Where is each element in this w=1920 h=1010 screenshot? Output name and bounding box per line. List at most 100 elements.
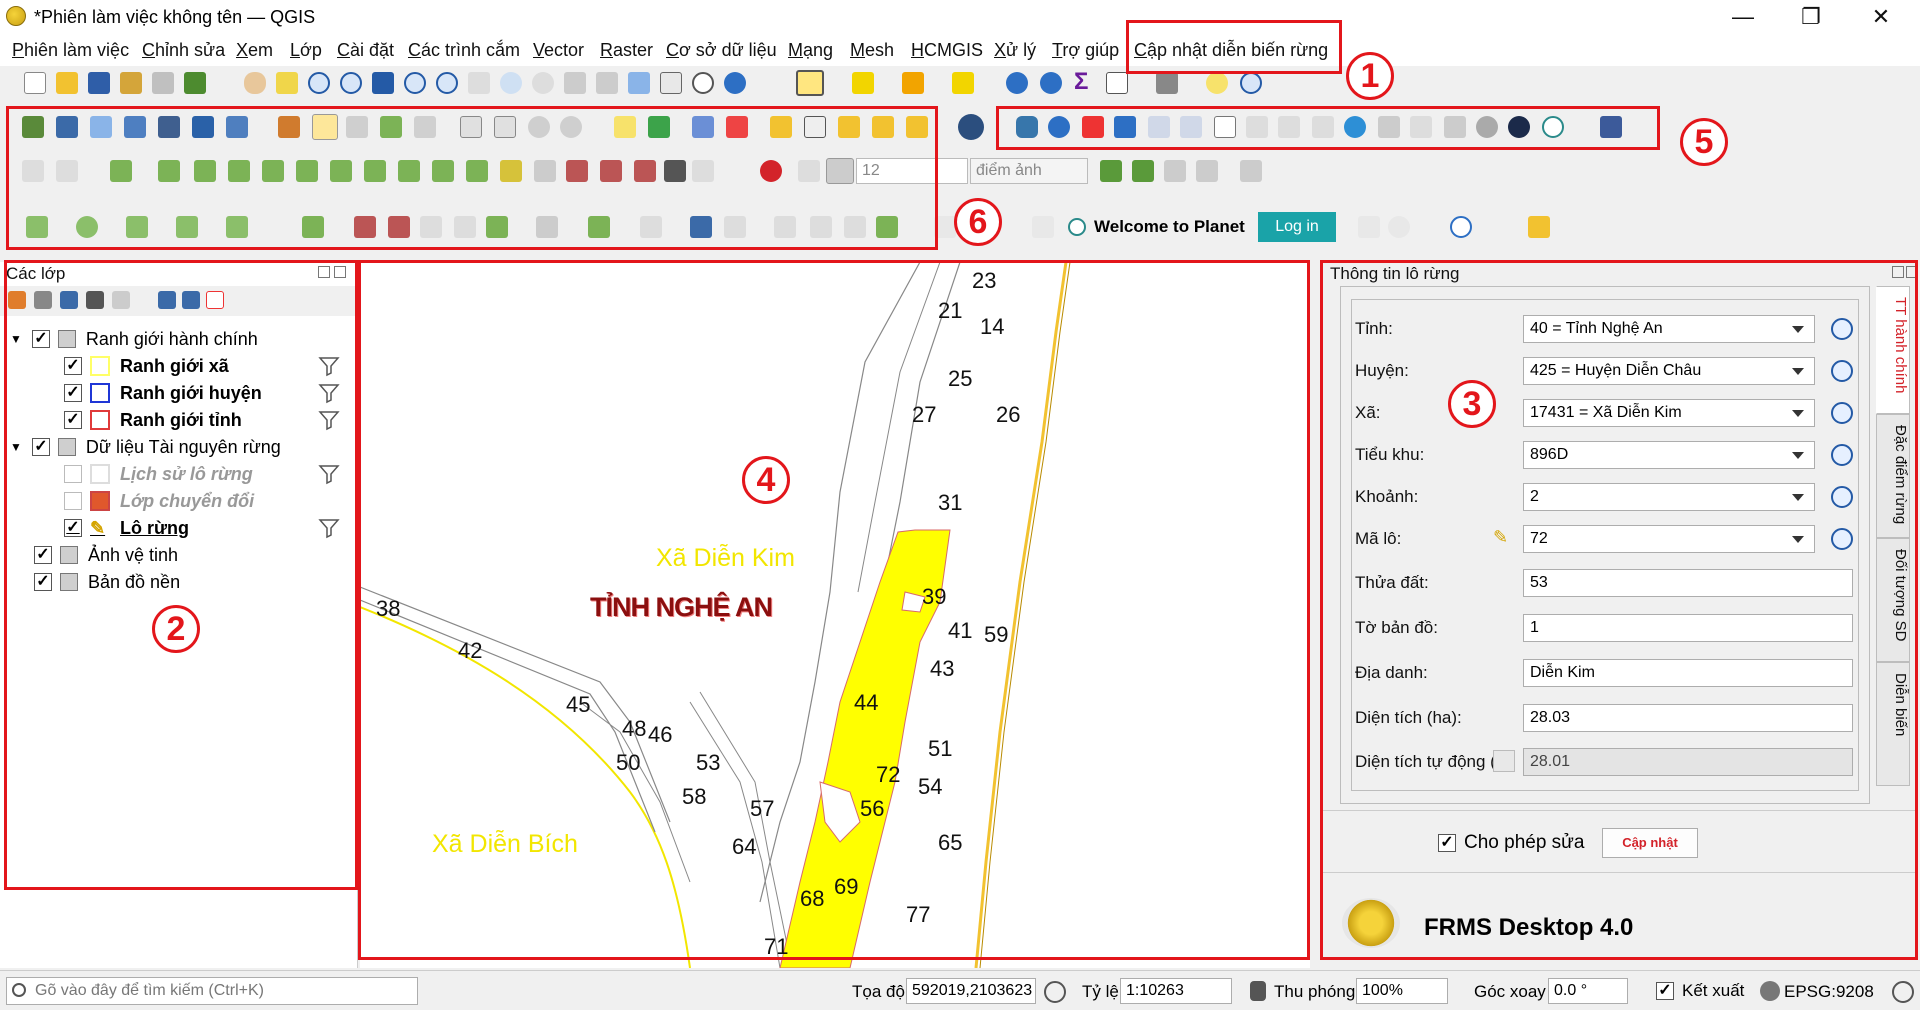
add-circle-icon[interactable] — [76, 216, 98, 238]
zoom-to-tinh-icon[interactable] — [1831, 318, 1853, 340]
snap-tolerance-input[interactable]: 12 — [856, 158, 968, 184]
delete-part-icon[interactable] — [262, 160, 284, 182]
advanced-digitize-7-icon[interactable] — [536, 216, 558, 238]
minimize-button[interactable]: — — [1720, 2, 1766, 32]
xa-select[interactable]: 17431 = Xã Diễn Kim — [1523, 399, 1815, 427]
menu-hcmgis[interactable]: HCMGIS — [911, 40, 983, 61]
expand-chevron-icon[interactable]: ▼ — [10, 332, 22, 346]
layer-ban-do-nen[interactable]: ✓ Bản đồ nền — [34, 569, 180, 595]
advanced-digitize-12-icon[interactable] — [774, 216, 796, 238]
snap-type-icon[interactable] — [826, 158, 854, 184]
planet-status-icon[interactable] — [1388, 216, 1410, 238]
filter-icon[interactable] — [318, 517, 340, 539]
allow-edit-row[interactable]: ✓ Cho phép sửa — [1438, 832, 1584, 854]
layer-anh-ve-tinh[interactable]: ✓ Ảnh vệ tinh — [34, 542, 178, 568]
snap-unit-select[interactable]: điểm ảnh — [970, 158, 1088, 184]
offset-point-icon[interactable] — [534, 160, 556, 182]
vertex-tool-icon[interactable] — [414, 116, 436, 138]
topology-icon[interactable] — [1100, 160, 1122, 182]
add-point-icon[interactable] — [26, 216, 48, 238]
style-manager-icon[interactable] — [184, 72, 206, 94]
layer-group-forest[interactable]: ▼ ✓ Dữ liệu Tài nguyên rừng — [10, 434, 281, 460]
add-group-icon[interactable] — [34, 291, 52, 309]
paste-features-icon[interactable] — [494, 116, 516, 138]
layer-ranh-gioi-xa[interactable]: ✓ Ranh giới xã — [64, 353, 229, 379]
undo-icon[interactable] — [528, 116, 550, 138]
layers-stack-icon[interactable] — [1114, 116, 1136, 138]
statistics-sigma-icon[interactable]: Σ — [1074, 68, 1088, 96]
tab-tt-hanh-chinh[interactable]: TT hành chính — [1876, 286, 1910, 414]
add-spatialite-icon[interactable] — [124, 116, 146, 138]
image-icon[interactable] — [1444, 116, 1466, 138]
layer-lo-rung[interactable]: ✓ ✎ Lô rừng — [64, 515, 189, 541]
zoom-full-icon[interactable] — [372, 72, 394, 94]
deselect-icon[interactable] — [902, 72, 924, 94]
layer-group-admin[interactable]: ▼ ✓ Ranh giới hành chính — [10, 326, 258, 352]
add-rectangle-icon[interactable] — [176, 216, 198, 238]
thuadat-input[interactable]: 53 — [1523, 569, 1853, 597]
zoom-layer-icon[interactable] — [436, 72, 458, 94]
planet-info-icon[interactable] — [1450, 216, 1472, 238]
help-icon[interactable] — [1600, 116, 1622, 138]
menu-layer[interactable]: Lớp — [290, 40, 322, 61]
new-3d-view-icon[interactable] — [596, 72, 618, 94]
messages-icon[interactable] — [1892, 981, 1914, 1003]
layer-checkbox[interactable]: ✓ — [31, 330, 50, 348]
zoom-next-icon[interactable] — [532, 72, 554, 94]
layer-lich-su-lo-rung[interactable]: Lịch sử lô rừng — [64, 461, 253, 487]
advanced-digitize-2-icon[interactable] — [354, 216, 376, 238]
layer-checkbox[interactable]: ✓ — [64, 411, 82, 429]
identify-icon[interactable] — [1006, 72, 1028, 94]
delete-icon[interactable] — [1082, 116, 1104, 138]
rotate-symbol-icon[interactable] — [500, 160, 522, 182]
save-edits-icon[interactable] — [346, 116, 368, 138]
filter-icon[interactable] — [318, 382, 340, 404]
zoom-to-huyen-icon[interactable] — [1831, 360, 1853, 382]
add-wfs-icon[interactable] — [226, 116, 248, 138]
menu-view[interactable]: Xem — [236, 40, 273, 61]
advanced-digitize-5-icon[interactable] — [454, 216, 476, 238]
zoom-in-icon[interactable] — [308, 72, 330, 94]
advanced-digitize-13-icon[interactable] — [810, 216, 832, 238]
panel-float-icon[interactable] — [318, 266, 330, 278]
new-map-view-icon[interactable] — [564, 72, 586, 94]
add-virtual-layer-icon[interactable] — [158, 116, 180, 138]
trace-icon[interactable] — [1196, 160, 1218, 182]
render-toggle[interactable]: ✓ Kết xuất — [1656, 981, 1744, 1001]
layer-ranh-gioi-tinh[interactable]: ✓ Ranh giới tỉnh — [64, 407, 242, 433]
panel-float-icon[interactable] — [1892, 266, 1904, 278]
save-project-icon[interactable] — [88, 72, 110, 94]
intersection-icon[interactable] — [1164, 160, 1186, 182]
copy-features-icon[interactable] — [460, 116, 482, 138]
remove-layer-icon[interactable] — [206, 291, 224, 309]
merge-attributes-icon[interactable] — [466, 160, 488, 182]
layer-ranh-gioi-huyen[interactable]: ✓ Ranh giới huyện — [64, 380, 262, 406]
select-features-icon[interactable] — [796, 70, 824, 96]
split-features-icon[interactable] — [398, 160, 420, 182]
select-by-value-icon[interactable] — [852, 72, 874, 94]
layer-checkbox[interactable] — [64, 465, 82, 483]
redo-icon[interactable] — [560, 116, 582, 138]
cut-icon[interactable] — [634, 160, 656, 182]
self-snap-icon[interactable] — [1240, 160, 1262, 182]
tab-doi-tuong-sd[interactable]: Đối tượng SD — [1876, 538, 1910, 662]
collapse-all-icon[interactable] — [182, 291, 200, 309]
new-project-icon[interactable] — [24, 72, 46, 94]
locator-search-input[interactable]: Gõ vào đây để tìm kiếm (Ctrl+K) — [6, 977, 418, 1005]
add-layer-icon[interactable] — [22, 116, 44, 138]
locate-icon[interactable] — [1240, 72, 1262, 94]
menu-forest-update[interactable]: Cập nhật diễn biến rừng — [1134, 40, 1328, 61]
advanced-digitize-9-icon[interactable] — [640, 216, 662, 238]
crs-globe-icon[interactable] — [1760, 981, 1780, 1001]
add-vector-icon[interactable] — [56, 116, 78, 138]
coord-input[interactable]: 592019,2103623 — [906, 978, 1036, 1004]
fill-ring-icon[interactable] — [194, 160, 216, 182]
snapping-magnet-icon[interactable] — [760, 160, 782, 182]
advanced-digitize-6-icon[interactable] — [486, 216, 508, 238]
show-bookmarks-icon[interactable] — [660, 72, 682, 94]
earth-engine-icon[interactable] — [1508, 116, 1530, 138]
advanced-digitize-11-icon[interactable] — [724, 216, 746, 238]
layer-styling-icon[interactable] — [8, 291, 26, 309]
diadanh-input[interactable]: Diễn Kim — [1523, 659, 1853, 687]
expand-all-icon[interactable] — [158, 291, 176, 309]
